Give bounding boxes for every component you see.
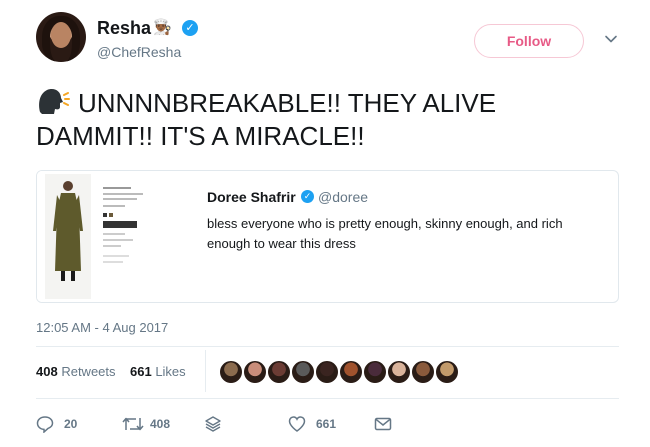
quoted-author-name[interactable]: Doree Shafrir <box>207 189 296 205</box>
tweet-actions: 20 408 661 <box>36 414 436 434</box>
stats-top-divider <box>36 346 619 347</box>
like-count: 661 <box>316 417 337 431</box>
liker-avatar[interactable] <box>338 359 364 385</box>
stack-icon <box>205 416 221 432</box>
liker-avatar[interactable] <box>434 359 460 385</box>
liker-avatar[interactable] <box>290 359 316 385</box>
avatar-face <box>51 22 71 48</box>
reply-icon <box>36 416 54 433</box>
author-name[interactable]: Resha <box>97 18 151 39</box>
tweet-timestamp[interactable]: 12:05 AM - 4 Aug 2017 <box>36 320 168 335</box>
envelope-icon <box>374 417 392 431</box>
quoted-verified-badge-icon: ✓ <box>301 190 314 203</box>
likes-label[interactable]: Likes <box>155 364 185 379</box>
chef-emoji-icon: 👨🏾‍🍳 <box>153 19 172 36</box>
follow-button[interactable]: Follow <box>474 24 584 58</box>
speaking-head-icon <box>36 86 70 116</box>
tweet-text: UNNNNBREAKABLE!! THEY ALIVE DAMMIT!! IT'… <box>36 86 616 153</box>
verified-badge-icon: ✓ <box>182 20 198 36</box>
liker-avatar[interactable] <box>266 359 292 385</box>
liker-avatar[interactable] <box>386 359 412 385</box>
liker-avatar[interactable] <box>362 359 388 385</box>
liker-avatar[interactable] <box>410 359 436 385</box>
dress-product-image[interactable] <box>37 171 167 302</box>
quoted-tweet-text: bless everyone who is pretty enough, ski… <box>207 216 563 251</box>
retweet-icon <box>122 417 144 431</box>
quoted-author-handle[interactable]: @doree <box>318 189 368 205</box>
reply-count: 20 <box>64 417 78 431</box>
author-avatar[interactable] <box>36 12 86 62</box>
author-handle[interactable]: @ChefResha <box>97 44 181 60</box>
engagement-stats: 408 Retweets 661 Likes <box>36 364 186 379</box>
liker-avatar[interactable] <box>242 359 268 385</box>
retweets-count[interactable]: 408 <box>36 364 58 379</box>
likes-count[interactable]: 661 <box>130 364 152 379</box>
heart-icon <box>288 416 306 432</box>
stats-separator <box>205 350 206 392</box>
stats-bottom-divider <box>36 398 619 399</box>
liker-avatar[interactable] <box>218 359 244 385</box>
quoted-tweet-card[interactable]: Doree Shafrir ✓ @doree bless everyone wh… <box>36 170 619 303</box>
chevron-down-icon[interactable] <box>604 32 618 46</box>
liker-avatar[interactable] <box>314 359 340 385</box>
tweet-text-content: UNNNNBREAKABLE!! THEY ALIVE DAMMIT!! IT'… <box>36 88 497 151</box>
retweet-count: 408 <box>150 417 171 431</box>
retweets-label[interactable]: Retweets <box>61 364 115 379</box>
